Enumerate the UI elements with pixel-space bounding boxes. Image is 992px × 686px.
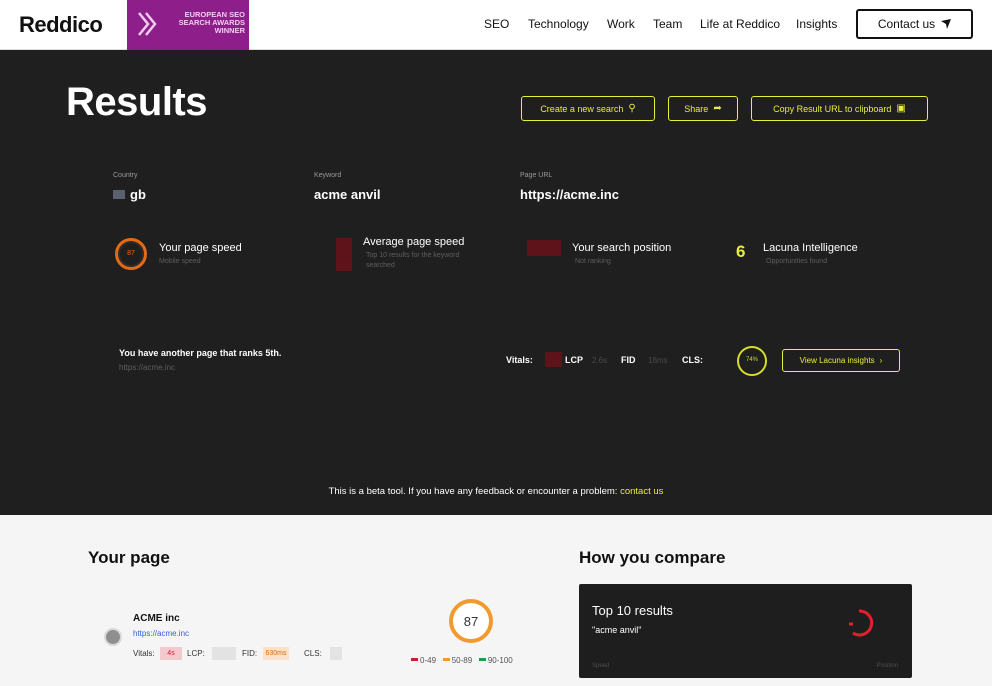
site-favicon-icon [104,628,122,646]
copy-result-url-button[interactable]: Copy Result URL to clipboard ▣ [751,96,928,121]
fid-label: FID [621,355,636,365]
cls-pill [330,647,342,660]
legend-low: 0-49 [420,656,437,665]
average-speed-title: Average page speed [363,236,465,248]
legend-orange-swatch [442,658,450,661]
page-score-ring: 87 [449,599,493,643]
reddico-logo[interactable]: Reddico [19,12,103,38]
lacuna-title: Lacuna Intelligence [763,242,858,254]
beta-notice: This is a beta tool. If you have any fee… [0,486,992,497]
contact-us-label: Contact us [877,17,936,31]
award-text: EUROPEAN SEO SEARCH AWARDS WINNER [178,10,245,35]
search-position-title: Your search position [572,242,672,254]
page-score-value: 87 [463,614,479,629]
nav-seo[interactable]: SEO [484,17,509,31]
page-speed-sub: Mobile speed [159,258,201,265]
keyword-label: Keyword [314,172,342,179]
vital-bad-indicator [545,352,562,367]
page-title: Results [66,80,208,124]
your-fid-label: FID: [242,649,258,658]
your-page-heading: Your page [88,548,170,567]
average-speed-bar [336,238,352,271]
legend-red-swatch [411,658,418,661]
nav-insights[interactable]: Insights [796,17,837,31]
average-speed-sub: Top 10 results for the keyword searched [366,252,460,269]
search-position-bar [527,240,561,256]
compare-foot-left: Speed [592,663,610,669]
contact-us-button[interactable]: Contact us [856,9,973,39]
award-badge: EUROPEAN SEO SEARCH AWARDS WINNER [127,0,249,50]
send-icon [941,19,952,29]
view-lacuna-insights-button[interactable]: View Lacuna insights › [782,349,900,372]
fid-value: 18ms [648,356,668,365]
lacuna-number: 6 [736,242,746,261]
clipboard-icon: ▣ [896,103,906,114]
compare-foot-right: Position [876,663,898,669]
view-lacuna-insights-label: View Lacuna insights [799,356,875,365]
nav-technology[interactable]: Technology [528,17,589,31]
page-url-label: Page URL [520,172,553,179]
share-label: Share [684,103,709,114]
legend-green-swatch [478,658,486,661]
site-header: Reddico EUROPEAN SEO SEARCH AWARDS WINNE… [0,0,992,50]
your-vitals-label: Vitals: [133,649,155,658]
another-page-title: You have another page that ranks 5th. [119,348,282,358]
compare-gauge-icon [849,609,874,637]
chevron-right-icon: › [879,356,883,365]
nav-work[interactable]: Work [607,17,635,31]
legend-high: 90-100 [487,656,513,665]
share-arrow-icon: ➦ [713,103,722,114]
how-you-compare-heading: How you compare [579,548,726,567]
compare-card-title: Top 10 results [592,603,673,618]
your-cls-label: CLS: [304,649,322,658]
award-logo-icon [138,12,157,36]
create-new-search-label: Create a new search [540,103,624,114]
lacuna-score-value: 74% [745,357,758,363]
flag-icon [113,190,125,199]
nav-team[interactable]: Team [653,17,682,31]
site-name: ACME inc [133,613,180,624]
lcp-label: LCP [565,355,583,365]
copy-result-url-label: Copy Result URL to clipboard [773,103,892,114]
page-speed-ring: 87 [115,238,147,270]
score-legend: 0-49 50-89 90-100 [411,656,513,665]
vitals-label: Vitals: [506,355,533,365]
country-value: gb [113,187,146,202]
search-position-sub: Not ranking [575,258,611,265]
country-label: Country [113,172,138,179]
contact-us-link[interactable]: contact us [620,486,663,497]
lacuna-sub: Opportunities found [766,258,828,265]
fid-pill: 630ms [263,647,289,660]
legend-mid: 50-89 [451,656,473,665]
lcp-pill [212,647,236,660]
create-new-search-button[interactable]: Create a new search ⚲ [521,96,655,121]
lacuna-score-ring: 74% [737,346,767,376]
page-url-value: https://acme.inc [520,187,619,202]
site-url[interactable]: https://acme.inc [133,629,189,638]
page-speed-ring-value: 87 [127,250,135,257]
lcp-value: 2.6s [592,356,608,365]
page-speed-title: Your page speed [159,242,242,254]
search-icon: ⚲ [628,103,636,114]
another-page-url[interactable]: https://acme.inc [119,363,175,372]
keyword-value: acme anvil [314,187,381,202]
beta-text: This is a beta tool. If you have any fee… [328,486,621,497]
cls-label: CLS: [682,355,703,365]
share-button[interactable]: Share ➦ [668,96,738,121]
your-lcp-label: LCP: [187,649,205,658]
country-code: gb [130,187,146,202]
compare-card-query: "acme anvil" [592,625,642,635]
nav-life-at-reddico[interactable]: Life at Reddico [700,17,780,31]
vitals-bad-pill: 4s [160,647,182,660]
compare-card: Top 10 results "acme anvil" Speed Positi… [579,584,912,678]
